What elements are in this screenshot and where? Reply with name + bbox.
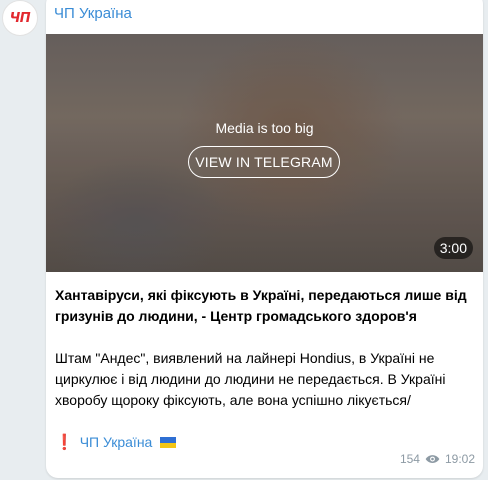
channel-avatar[interactable]: ЧП <box>2 0 38 36</box>
message-bubble: ЧП Україна Media is too big VIEW IN TELE… <box>46 0 483 478</box>
message-time: 19:02 <box>444 452 475 466</box>
channel-name[interactable]: ЧП Україна <box>54 5 132 22</box>
media-preview[interactable]: Media is too big VIEW IN TELEGRAM 3:00 <box>46 34 483 272</box>
media-too-big-notice: Media is too big <box>215 120 314 136</box>
post-text: Хантавіруси, які фіксують в Україні, пер… <box>55 285 475 453</box>
view-count: 154 <box>399 452 420 466</box>
video-duration-badge: 3:00 <box>433 237 473 259</box>
post-headline: Хантавіруси, які фіксують в Україні, пер… <box>55 287 467 324</box>
eye-icon <box>425 455 440 463</box>
exclamation-icon: ❗ <box>55 434 74 451</box>
message-meta: 154 19:02 <box>400 452 475 466</box>
ukraine-flag-icon <box>160 437 177 448</box>
view-in-telegram-button[interactable]: VIEW IN TELEGRAM <box>188 146 340 178</box>
signature-channel-link[interactable]: ЧП Україна <box>80 432 153 453</box>
post-signature: ❗ ЧП Україна <box>55 432 475 453</box>
channel-avatar-text: ЧП <box>9 10 31 26</box>
post-paragraph: Штам "Андес", виявлений на лайнері Hondi… <box>55 350 446 408</box>
